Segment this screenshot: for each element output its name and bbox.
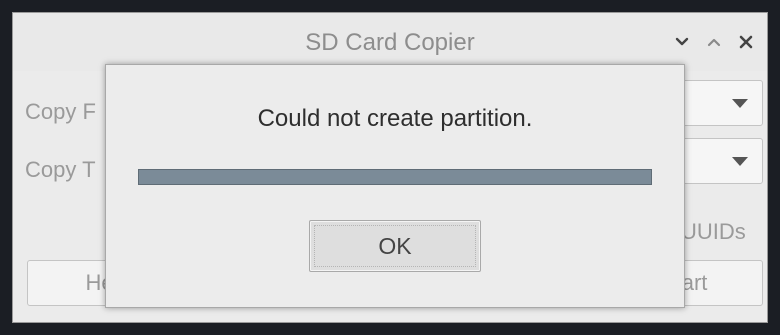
progress-bar xyxy=(138,169,652,185)
copy-from-label: Copy F xyxy=(25,99,96,124)
new-uuids-label: UUIDs xyxy=(681,219,746,244)
chevron-up-icon xyxy=(707,38,721,47)
close-icon xyxy=(739,35,753,49)
window-title: SD Card Copier xyxy=(305,29,475,56)
close-window-button[interactable] xyxy=(735,28,757,56)
minimize-button[interactable] xyxy=(671,28,693,56)
maximize-button[interactable] xyxy=(703,28,725,56)
chevron-down-icon xyxy=(675,37,689,46)
copy-to-label: Copy T xyxy=(25,157,96,182)
dropdown-arrow-icon xyxy=(732,157,748,166)
dialog-message: Could not create partition. xyxy=(257,105,533,132)
ok-button[interactable]: OK xyxy=(309,220,481,272)
progress-bar-fill xyxy=(139,170,651,184)
title-bar[interactable]: SD Card Copier xyxy=(13,13,767,71)
error-dialog: Could not create partition. OK xyxy=(105,64,685,308)
dropdown-arrow-icon xyxy=(732,99,748,108)
screen: SD Card Copier Copy F Copy T UUIDs Hel t… xyxy=(0,0,780,335)
ok-button-label: OK xyxy=(378,232,412,259)
